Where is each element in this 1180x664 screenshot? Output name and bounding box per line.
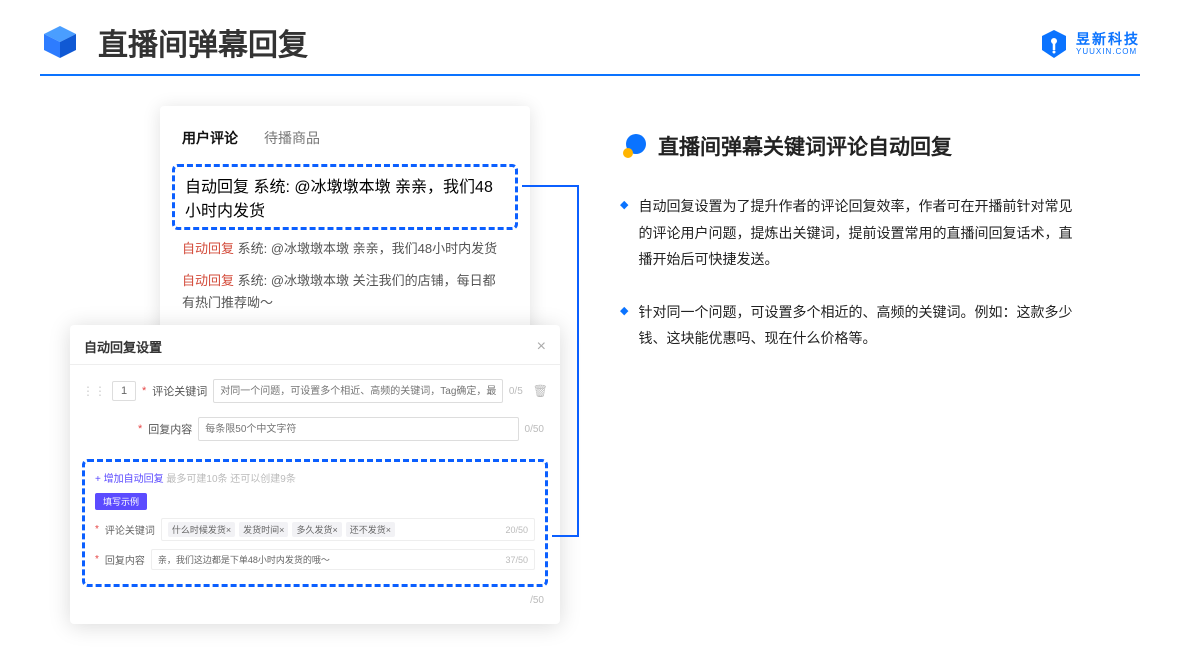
kw-input[interactable] bbox=[213, 379, 503, 403]
example-pill: 填写示例 bbox=[95, 493, 147, 510]
tag[interactable]: 什么时候发货× bbox=[168, 522, 235, 537]
tag[interactable]: 发货时间× bbox=[239, 522, 288, 537]
comments-card: 用户评论 待播商品 自动回复 系统: @冰墩墩本墩 亲亲，我们48小时内发货 自… bbox=[160, 106, 530, 350]
rp-input[interactable] bbox=[198, 417, 518, 441]
page-title: 直播间弹幕回复 bbox=[98, 20, 308, 64]
message-row: 自动回复 系统: @冰墩墩本墩 关注我们的店铺，每日都有热门推荐呦～ bbox=[160, 262, 530, 316]
tabs: 用户评论 待播商品 bbox=[160, 128, 530, 164]
settings-title: 自动回复设置 bbox=[84, 337, 162, 356]
brand-en: YUUXIN.COM bbox=[1076, 48, 1140, 56]
tag[interactable]: 多久发货× bbox=[292, 522, 341, 537]
section-title: 直播间弹幕关键词评论自动回复 bbox=[658, 131, 952, 161]
bottom-count: /50 bbox=[70, 587, 560, 608]
chat-bubble-icon bbox=[620, 132, 648, 160]
kw-count: 0/5 bbox=[509, 386, 527, 397]
rp-label: 回复内容 bbox=[148, 421, 192, 437]
tab-comments[interactable]: 用户评论 bbox=[182, 128, 238, 148]
drag-icon[interactable]: ⋮⋮ bbox=[82, 384, 106, 398]
brand-logo: 昱新科技 YUUXIN.COM bbox=[1038, 28, 1140, 60]
settings-card: 自动回复设置 × ⋮⋮ 1 * 评论关键词 0/5 🗑 * 回复内容 0/50 … bbox=[70, 325, 560, 624]
add-hint: 最多可建10条 还可以创建9条 bbox=[164, 474, 296, 485]
message-row: 自动回复 系统: @冰墩墩本墩 亲亲，我们48小时内发货 bbox=[160, 230, 530, 262]
bullet-1: 自动回复设置为了提升作者的评论回复效率，作者可在开播前针对常见的评论用户问题，提… bbox=[620, 193, 1080, 273]
delete-icon[interactable]: 🗑 bbox=[533, 384, 548, 398]
tag[interactable]: 还不发货× bbox=[346, 522, 395, 537]
ans-box: 亲，我们这边都是下单48小时内发货的哦～37/50 bbox=[151, 549, 535, 570]
brand-cn: 昱新科技 bbox=[1076, 32, 1140, 46]
tab-products[interactable]: 待播商品 bbox=[264, 128, 320, 148]
tag-box: 什么时候发货× 发货时间× 多久发货× 还不发货× 20/50 bbox=[161, 518, 535, 541]
close-icon[interactable]: × bbox=[537, 338, 546, 356]
index-box: 1 bbox=[112, 381, 136, 401]
kw-label: 评论关键词 bbox=[152, 383, 207, 399]
highlighted-message: 自动回复 系统: @冰墩墩本墩 亲亲，我们48小时内发货 bbox=[172, 164, 518, 230]
ex-kw-label: 评论关键词 bbox=[105, 522, 155, 537]
rp-count: 0/50 bbox=[525, 424, 548, 435]
example-box: + 增加自动回复 最多可建10条 还可以创建9条 填写示例 * 评论关键词 什么… bbox=[82, 459, 548, 587]
tag-count: 20/50 bbox=[505, 525, 528, 535]
cube-icon bbox=[40, 22, 80, 62]
add-link[interactable]: + 增加自动回复 bbox=[95, 474, 164, 485]
auto-reply-tag: 自动回复 bbox=[185, 179, 249, 196]
screenshot-area: 用户评论 待播商品 自动回复 系统: @冰墩墩本墩 亲亲，我们48小时内发货 自… bbox=[70, 106, 560, 378]
bullet-2: 针对同一个问题，可设置多个相近的、高频的关键词。例如：这款多少钱、这块能优惠吗、… bbox=[620, 299, 1080, 352]
ex-rp-label: 回复内容 bbox=[105, 552, 145, 567]
